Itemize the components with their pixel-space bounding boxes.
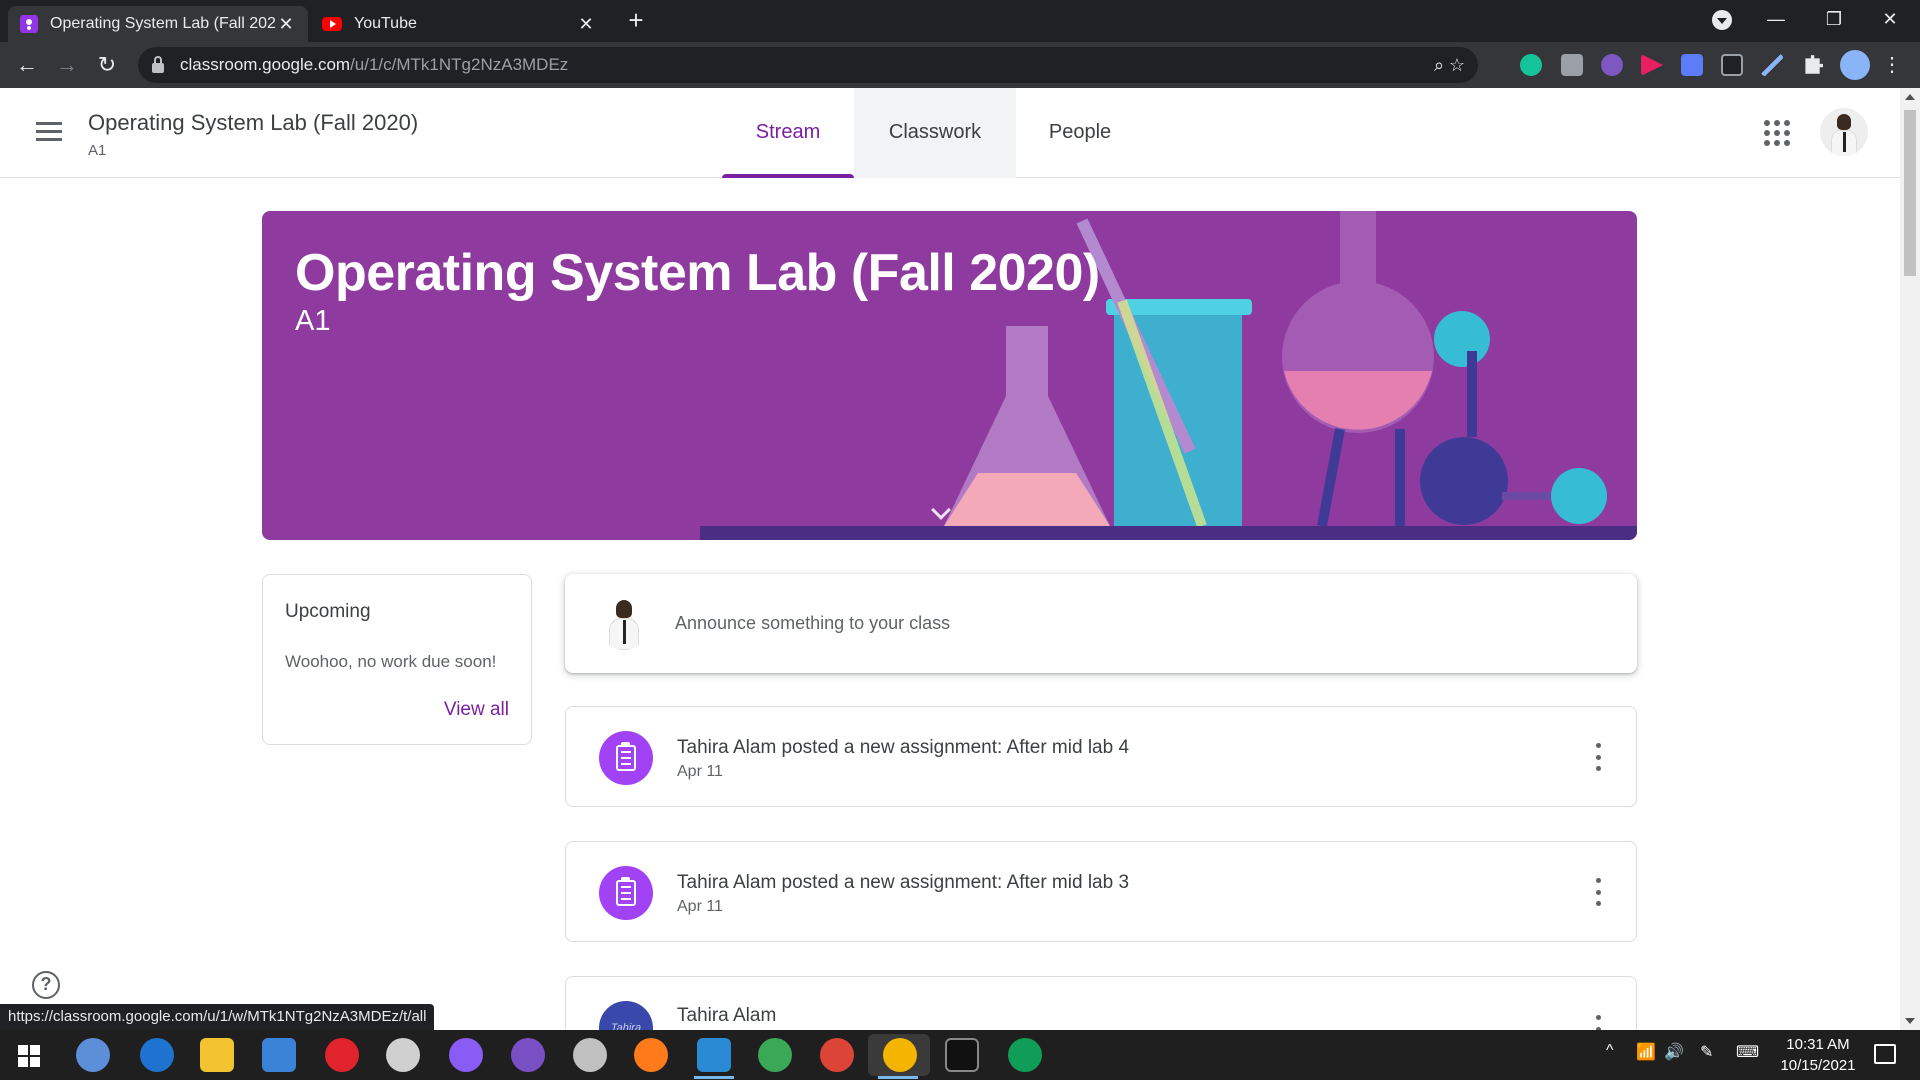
more-options-icon[interactable]	[1586, 878, 1610, 906]
restore-button[interactable]: ❐	[1806, 0, 1862, 40]
account-avatar[interactable]	[1820, 108, 1868, 156]
page-title[interactable]: Operating System Lab (Fall 2020)	[88, 110, 418, 136]
google-apps-icon[interactable]	[1764, 120, 1790, 146]
close-window-button[interactable]: ✕	[1862, 0, 1918, 40]
notification-icon[interactable]	[1874, 1044, 1896, 1064]
grammarly-icon[interactable]	[1520, 54, 1542, 76]
youtube-favicon-icon	[322, 17, 342, 31]
post-date: Apr 11	[677, 898, 723, 915]
wifi-icon[interactable]: 📶	[1636, 1042, 1656, 1062]
upcoming-empty-text: Woohoo, no work due soon!	[285, 652, 497, 671]
classroom-header: Operating System Lab (Fall 2020) A1 Stre…	[0, 88, 1900, 178]
announce-placeholder[interactable]: Announce something to your class	[675, 613, 950, 634]
mail-icon[interactable]	[262, 1038, 296, 1072]
stream-post[interactable]: Tahira Alam posted a new assignment: Aft…	[565, 706, 1637, 807]
post-date: Apr 11	[677, 763, 723, 780]
paint-icon[interactable]	[573, 1038, 607, 1072]
clock-date: 10/15/2021	[1780, 1057, 1856, 1074]
lock-icon[interactable]	[152, 56, 164, 73]
keyboard-icon[interactable]: ⌨	[1736, 1042, 1759, 1062]
address-bar[interactable]: classroom.google.com/u/1/c/MTk1NTg2NzA3M…	[138, 47, 1478, 83]
messenger-icon[interactable]	[449, 1038, 483, 1072]
forward-button[interactable]: →	[52, 50, 82, 80]
assignment-icon	[599, 866, 653, 920]
assignment-icon	[599, 731, 653, 785]
tab-stream[interactable]: Stream	[722, 88, 854, 178]
post-title[interactable]: Tahira Alam posted a new assignment: Aft…	[677, 737, 1129, 759]
play-icon[interactable]	[1641, 54, 1663, 76]
scroll-thumb[interactable]	[1904, 110, 1916, 276]
firefox-icon[interactable]	[634, 1038, 668, 1072]
chrome-profile-icon[interactable]	[1008, 1038, 1042, 1072]
qbittorrent-icon[interactable]	[76, 1038, 110, 1072]
system-clock[interactable]: 10:31 AM 10/15/2021	[1758, 1034, 1878, 1076]
chrome-active-logo-icon	[883, 1038, 917, 1072]
terminal-icon[interactable]	[945, 1038, 979, 1072]
url-text[interactable]: classroom.google.com/u/1/c/MTk1NTg2NzA3M…	[180, 55, 568, 75]
chrome-icon[interactable]	[820, 1038, 854, 1072]
post-title[interactable]: Tahira Alam posted a new assignment: Aft…	[677, 872, 1129, 894]
help-icon[interactable]: ?	[32, 971, 60, 999]
tab-title: YouTube	[354, 15, 417, 32]
edge-icon[interactable]	[140, 1038, 174, 1072]
bookmark-star-icon[interactable]: ☆	[1446, 54, 1468, 76]
page-scrollbar[interactable]	[1900, 88, 1920, 1030]
classroom-favicon-icon	[20, 15, 38, 33]
stream-post[interactable]: Tahira Alam posted a new assignment: Aft…	[565, 841, 1637, 942]
upcoming-card: Upcoming Woohoo, no work due soon! View …	[262, 574, 532, 745]
clock-time: 10:31 AM	[1786, 1036, 1850, 1053]
user-avatar	[597, 596, 651, 650]
browser-tab-strip: Operating System Lab (Fall 2020) ✕ YouTu…	[0, 0, 1920, 42]
app-icon[interactable]	[758, 1038, 792, 1072]
pen-icon[interactable]	[1761, 54, 1783, 76]
upcoming-title: Upcoming	[285, 601, 371, 622]
tab-classwork[interactable]: Classwork	[854, 88, 1016, 178]
inkscape-icon[interactable]	[386, 1038, 420, 1072]
class-banner: Operating System Lab (Fall 2020) A1	[262, 211, 1637, 540]
tray-chevron-icon[interactable]: ^	[1606, 1042, 1614, 1060]
windows-start-icon[interactable]	[18, 1045, 40, 1067]
scroll-down-icon[interactable]	[1905, 1018, 1915, 1024]
view-all-link[interactable]: View all	[444, 699, 509, 721]
class-section: A1	[88, 142, 107, 159]
main-menu-icon[interactable]	[36, 122, 62, 142]
tab-title: Operating System Lab (Fall 2020)	[50, 15, 276, 32]
pen-tray-icon[interactable]: ✎	[1700, 1042, 1713, 1062]
banner-shelf	[700, 526, 1637, 540]
ext-dark-icon[interactable]	[1721, 54, 1743, 76]
tab-classroom[interactable]: Operating System Lab (Fall 2020) ✕	[8, 6, 308, 42]
tab-youtube[interactable]: YouTube ✕	[310, 6, 608, 42]
chrome-menu-icon[interactable]: ⋮	[1882, 52, 1902, 78]
windows-taskbar: ^ 📶 🔊 ✎ ⌨ 10:31 AM 10/15/2021	[0, 1030, 1920, 1080]
puzzle-icon[interactable]	[1805, 55, 1823, 74]
ext-icon[interactable]	[1601, 54, 1623, 76]
running-indicator	[878, 1076, 918, 1079]
new-tab-button[interactable]: +	[622, 6, 650, 34]
running-indicator	[694, 1076, 734, 1079]
volume-icon[interactable]: 🔊	[1664, 1042, 1684, 1062]
tab-search-icon[interactable]	[1712, 10, 1732, 30]
github-icon[interactable]	[511, 1038, 545, 1072]
announce-box[interactable]: Announce something to your class	[565, 574, 1637, 673]
banner-title[interactable]: Operating System Lab (Fall 2020)	[295, 243, 1100, 303]
vscode-icon[interactable]	[697, 1038, 731, 1072]
close-tab-icon[interactable]: ✕	[276, 14, 296, 35]
scroll-up-icon[interactable]	[1905, 94, 1915, 100]
close-tab-icon[interactable]: ✕	[576, 14, 596, 35]
banner-section: A1	[295, 305, 331, 337]
minimize-button[interactable]: —	[1748, 0, 1804, 40]
post-author[interactable]: Tahira Alam	[677, 1005, 776, 1027]
camera-icon[interactable]	[1561, 54, 1583, 76]
browser-toolbar: ← → ↻ classroom.google.com/u/1/c/MTk1NTg…	[0, 42, 1920, 88]
more-options-icon[interactable]	[1586, 743, 1610, 771]
status-bar-url: https://classroom.google.com/u/1/w/MTk1N…	[0, 1004, 435, 1030]
opera-icon[interactable]	[325, 1038, 359, 1072]
reload-button[interactable]: ↻	[92, 50, 122, 80]
back-button[interactable]: ←	[12, 50, 42, 80]
download-icon[interactable]	[1681, 54, 1703, 76]
chrome-profile-avatar[interactable]	[1840, 50, 1870, 80]
tab-people[interactable]: People	[1016, 88, 1144, 178]
file-explorer-icon[interactable]	[200, 1038, 234, 1072]
